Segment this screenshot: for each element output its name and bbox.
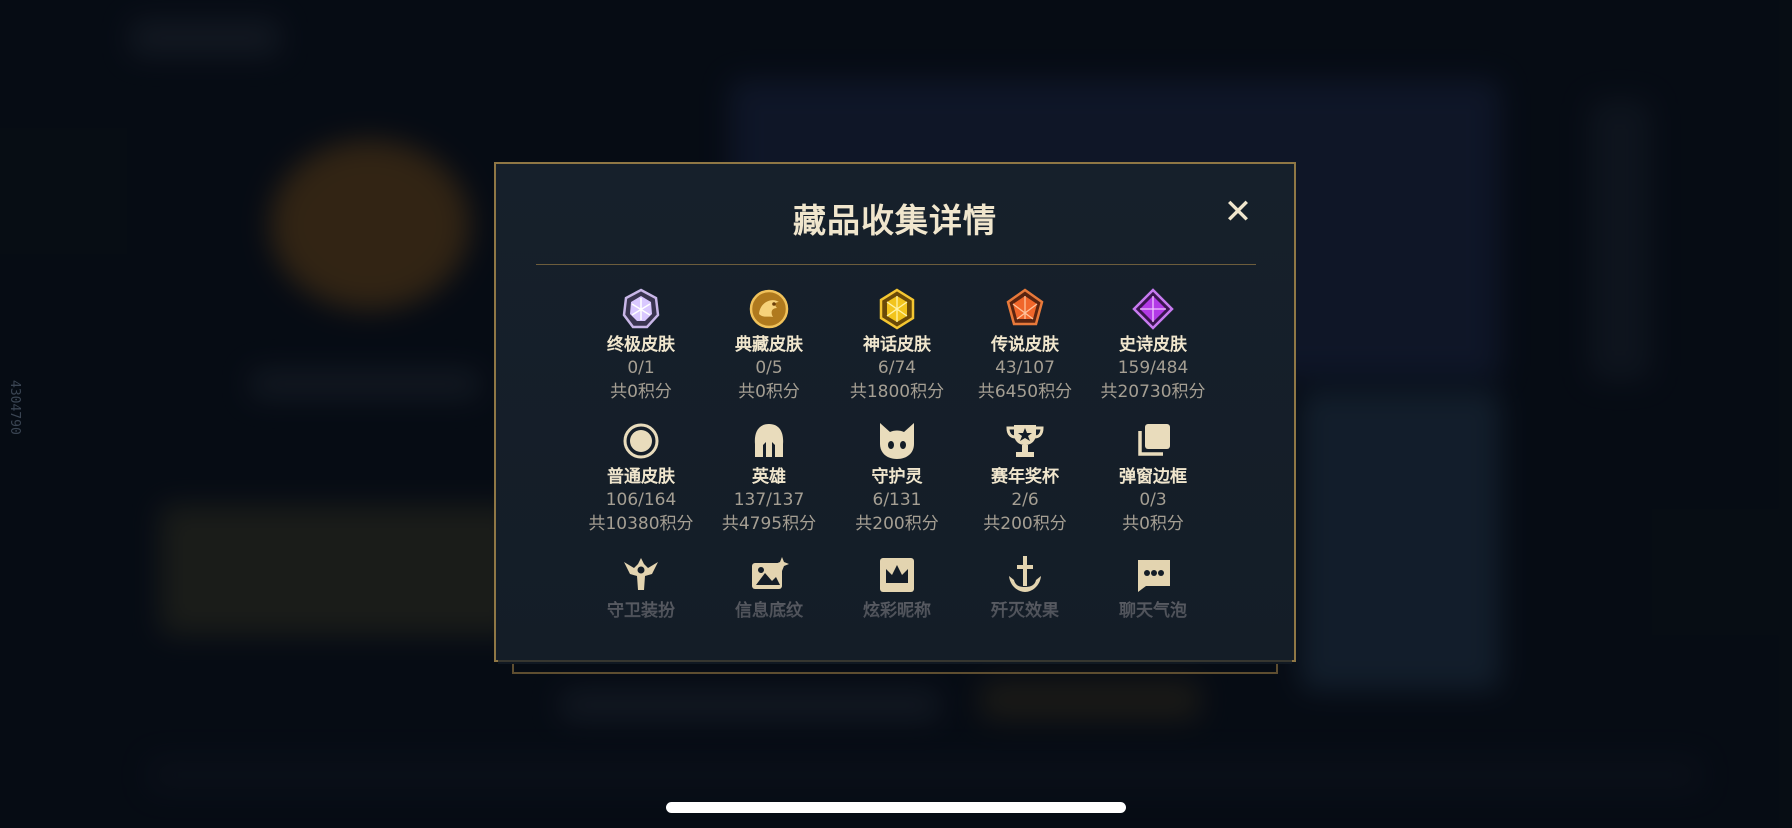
- collection-grid: 终极皮肤 0/1 共0积分 典藏皮肤 0/5 共0积分 神话皮肤 6/74 共1…: [496, 164, 1294, 660]
- ultimate-gem-icon: [622, 288, 660, 329]
- item-points: 共0积分: [738, 382, 800, 402]
- legendary-gem-icon: [1006, 288, 1044, 326]
- item-name: 典藏皮肤: [735, 335, 803, 355]
- item-count: 43/107: [995, 358, 1055, 378]
- item-count: 137/137: [733, 490, 805, 510]
- item-points: 共200积分: [983, 514, 1067, 534]
- item-name: 信息底纹: [735, 601, 803, 621]
- collection-item-chat-bubble[interactable]: 聊天气泡: [1088, 554, 1218, 622]
- item-name: 聊天气泡: [1119, 601, 1187, 621]
- item-count: 6/74: [877, 358, 917, 378]
- item-name: 神话皮肤: [863, 335, 931, 355]
- anchor-sword-icon: [1009, 556, 1041, 592]
- item-count: 0/1: [627, 358, 655, 378]
- trophy-icon: [1006, 425, 1044, 457]
- collection-item-trophy[interactable]: 赛年奖杯 2/6 共200积分: [960, 420, 1090, 536]
- collection-item-mythic[interactable]: 神话皮肤 6/74 共1800积分: [832, 288, 962, 404]
- item-points: 共10380积分: [588, 514, 694, 534]
- image-sparkle-icon: [752, 557, 789, 589]
- item-count: 6/131: [872, 490, 922, 510]
- item-name: 歼灭效果: [991, 601, 1059, 621]
- collection-item-legendary[interactable]: 传说皮肤 43/107 共6450积分: [960, 288, 1090, 404]
- dragon-medal-icon: [749, 289, 789, 329]
- item-points: 共0积分: [610, 382, 672, 402]
- collection-item-normal[interactable]: 普通皮肤 106/164 共10380积分: [576, 420, 706, 536]
- item-count: 0/3: [1139, 490, 1167, 510]
- helmet-icon: [754, 424, 784, 457]
- collection-item-kill-effect[interactable]: 歼灭效果: [960, 554, 1090, 622]
- item-points: 共6450积分: [977, 382, 1073, 402]
- item-points: 共1800积分: [849, 382, 945, 402]
- cat-face-icon: [880, 423, 914, 459]
- collection-detail-modal: 藏品收集详情 ✕ 终极皮肤 0/1 共0积分 典藏皮肤 0/5 共0积分 神话皮…: [494, 162, 1296, 664]
- item-count: 159/484: [1117, 358, 1189, 378]
- item-name: 史诗皮肤: [1119, 335, 1187, 355]
- home-indicator[interactable]: [666, 802, 1126, 813]
- item-name: 守护灵: [871, 467, 923, 487]
- ward-icon: [624, 558, 658, 590]
- item-name: 守卫装扮: [607, 601, 675, 621]
- collection-item-guardian[interactable]: 守护灵 6/131 共200积分: [832, 420, 962, 536]
- collection-item-ultimate[interactable]: 终极皮肤 0/1 共0积分: [576, 288, 706, 404]
- item-count: 0/5: [755, 358, 783, 378]
- collection-item-collector[interactable]: 典藏皮肤 0/5 共0积分: [704, 288, 834, 404]
- collection-item-ward[interactable]: 守卫装扮: [576, 554, 706, 622]
- mythic-gem-icon: [879, 288, 915, 330]
- collection-item-popup-frame[interactable]: 弹窗边框 0/3 共0积分: [1088, 420, 1218, 536]
- item-name: 传说皮肤: [991, 335, 1059, 355]
- item-name: 赛年奖杯: [991, 467, 1059, 487]
- crown-card-icon: [880, 558, 914, 592]
- stacked-frames-icon: [1138, 424, 1170, 456]
- modal-underline-frame: [512, 664, 1278, 674]
- epic-gem-icon: [1132, 288, 1174, 330]
- item-points: 共0积分: [1122, 514, 1184, 534]
- collection-item-epic[interactable]: 史诗皮肤 159/484 共20730积分: [1088, 288, 1218, 404]
- circle-icon: [623, 423, 659, 459]
- chat-bubble-icon: [1138, 560, 1170, 592]
- item-name: 终极皮肤: [607, 335, 675, 355]
- item-points: 共4795积分: [721, 514, 817, 534]
- item-count: 106/164: [605, 490, 677, 510]
- item-points: 共20730积分: [1100, 382, 1206, 402]
- item-name: 英雄: [752, 467, 786, 487]
- item-name: 弹窗边框: [1119, 467, 1187, 487]
- collection-item-hero[interactable]: 英雄 137/137 共4795积分: [704, 420, 834, 536]
- item-points: 共200积分: [855, 514, 939, 534]
- item-name: 炫彩昵称: [863, 601, 931, 621]
- collection-item-info-pattern[interactable]: 信息底纹: [704, 554, 834, 622]
- collection-item-color-nickname[interactable]: 炫彩昵称: [832, 554, 962, 622]
- item-count: 2/6: [1011, 490, 1039, 510]
- item-name: 普通皮肤: [607, 467, 675, 487]
- side-id-text: 4304790: [7, 380, 22, 435]
